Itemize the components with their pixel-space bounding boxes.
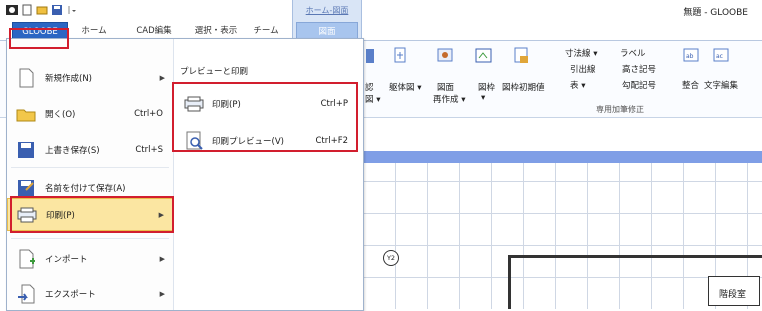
menu-item-save-as-label: 名前を付けて保存(A) bbox=[45, 183, 126, 194]
ribbon-partial-icon[interactable] bbox=[366, 47, 384, 63]
frame-default-button[interactable]: 図枠初期値 bbox=[502, 81, 545, 93]
app-logo-icon[interactable] bbox=[6, 4, 18, 16]
svg-text:ac: ac bbox=[716, 53, 723, 60]
print-submenu-heading: プレビューと印刷 bbox=[180, 67, 249, 77]
menu-item-open[interactable]: 開く(O) Ctrl+O bbox=[7, 97, 173, 130]
annotation-box-gloobe-tab bbox=[9, 28, 69, 49]
menu-separator bbox=[11, 167, 169, 168]
stair-room: 階段室 bbox=[708, 276, 760, 306]
open-folder-icon bbox=[15, 103, 37, 125]
wall-line bbox=[508, 255, 762, 258]
save-icon bbox=[15, 139, 37, 161]
submenu-arrow-icon: ▶ bbox=[159, 73, 165, 82]
export-icon bbox=[15, 283, 37, 305]
menu-item-save-shortcut: Ctrl+S bbox=[135, 144, 163, 155]
quick-access-toolbar bbox=[6, 4, 78, 16]
structure-drawing-button[interactable]: 躯体図 ▾ bbox=[389, 81, 421, 93]
drawing-frame-button[interactable]: 図枠 bbox=[478, 81, 495, 93]
open-folder-icon[interactable] bbox=[36, 4, 48, 16]
menu-item-new[interactable]: 新規作成(N) ▶ bbox=[7, 61, 173, 94]
menu-item-open-label: 開く(O) bbox=[45, 109, 76, 120]
slope-symbol-button[interactable]: 勾配記号 bbox=[622, 79, 656, 91]
table-button[interactable]: 表 ▾ bbox=[570, 79, 585, 91]
redraw-drawing-sublabel[interactable]: 再作成 ▾ bbox=[433, 93, 465, 105]
drawing-frame-icon[interactable] bbox=[474, 47, 492, 63]
wall-line-vertical bbox=[508, 255, 511, 309]
annotation-box-print-submenu bbox=[172, 82, 358, 152]
canvas-header-bar bbox=[362, 151, 762, 163]
ribbon-label-partial-2[interactable]: 図 ▾ bbox=[365, 93, 380, 105]
import-icon bbox=[15, 248, 37, 270]
label-button[interactable]: ラベル bbox=[620, 47, 646, 59]
menu-item-save[interactable]: 上書き保存(S) Ctrl+S bbox=[7, 133, 173, 166]
menu-item-save-label: 上書き保存(S) bbox=[45, 145, 100, 156]
leader-line-button[interactable]: 引出線 bbox=[570, 63, 596, 75]
redraw-drawing-icon[interactable] bbox=[436, 47, 454, 63]
structure-drawing-icon[interactable] bbox=[392, 47, 410, 63]
menu-item-import[interactable]: インポート ▶ bbox=[7, 242, 173, 275]
backstage-menu: 新規作成(N) ▶ 開く(O) Ctrl+O 上書き保存(S) Ctrl+S 名… bbox=[6, 38, 364, 311]
text-edit-icon[interactable]: ac bbox=[712, 47, 730, 63]
redraw-drawing-label[interactable]: 図面 bbox=[437, 81, 454, 93]
menu-item-open-shortcut: Ctrl+O bbox=[134, 108, 163, 119]
drawing-frame-dropdown[interactable]: ▾ bbox=[481, 93, 485, 103]
customize-qat-icon[interactable] bbox=[66, 4, 78, 16]
menu-item-export[interactable]: エクスポート ▶ bbox=[7, 277, 173, 310]
menu-separator bbox=[11, 238, 169, 239]
grid-marker-y2: Y2 bbox=[383, 250, 399, 266]
height-symbol-button[interactable]: 高さ記号 bbox=[622, 63, 656, 75]
new-document-icon[interactable] bbox=[21, 4, 33, 16]
align-icon[interactable]: ab bbox=[682, 47, 700, 63]
dimension-line-button[interactable]: 寸法線 ▾ bbox=[565, 47, 597, 59]
ribbon-group-caption: 専用加筆修正 bbox=[596, 105, 644, 114]
frame-default-icon[interactable] bbox=[512, 47, 530, 63]
window-title: 無題 - GLOOBE bbox=[683, 8, 748, 18]
backstage-command-list: 新規作成(N) ▶ 開く(O) Ctrl+O 上書き保存(S) Ctrl+S 名… bbox=[7, 39, 174, 310]
submenu-arrow-icon: ▶ bbox=[159, 289, 165, 298]
canvas-grid bbox=[364, 163, 762, 309]
text-edit-button[interactable]: 文字編集 bbox=[704, 79, 738, 91]
menu-item-import-label: インポート bbox=[45, 254, 88, 265]
menu-item-export-label: エクスポート bbox=[45, 289, 96, 300]
title-bar: 無題 - GLOOBE bbox=[0, 0, 762, 22]
print-submenu-panel: プレビューと印刷 印刷(P) Ctrl+P 印刷プレビュー(V) Ctrl+F2 bbox=[174, 39, 362, 310]
annotation-box-print-item bbox=[10, 196, 174, 233]
context-group-label: ホーム-図面 bbox=[305, 6, 349, 15]
svg-text:ab: ab bbox=[686, 53, 694, 60]
align-button[interactable]: 整合 bbox=[682, 79, 699, 91]
submenu-arrow-icon: ▶ bbox=[159, 254, 165, 263]
stair-room-label: 階段室 bbox=[719, 290, 747, 300]
save-icon[interactable] bbox=[51, 4, 63, 16]
ribbon-label-partial-1[interactable]: 認 bbox=[365, 81, 374, 93]
new-document-icon bbox=[15, 67, 37, 89]
menu-item-new-label: 新規作成(N) bbox=[45, 73, 92, 84]
